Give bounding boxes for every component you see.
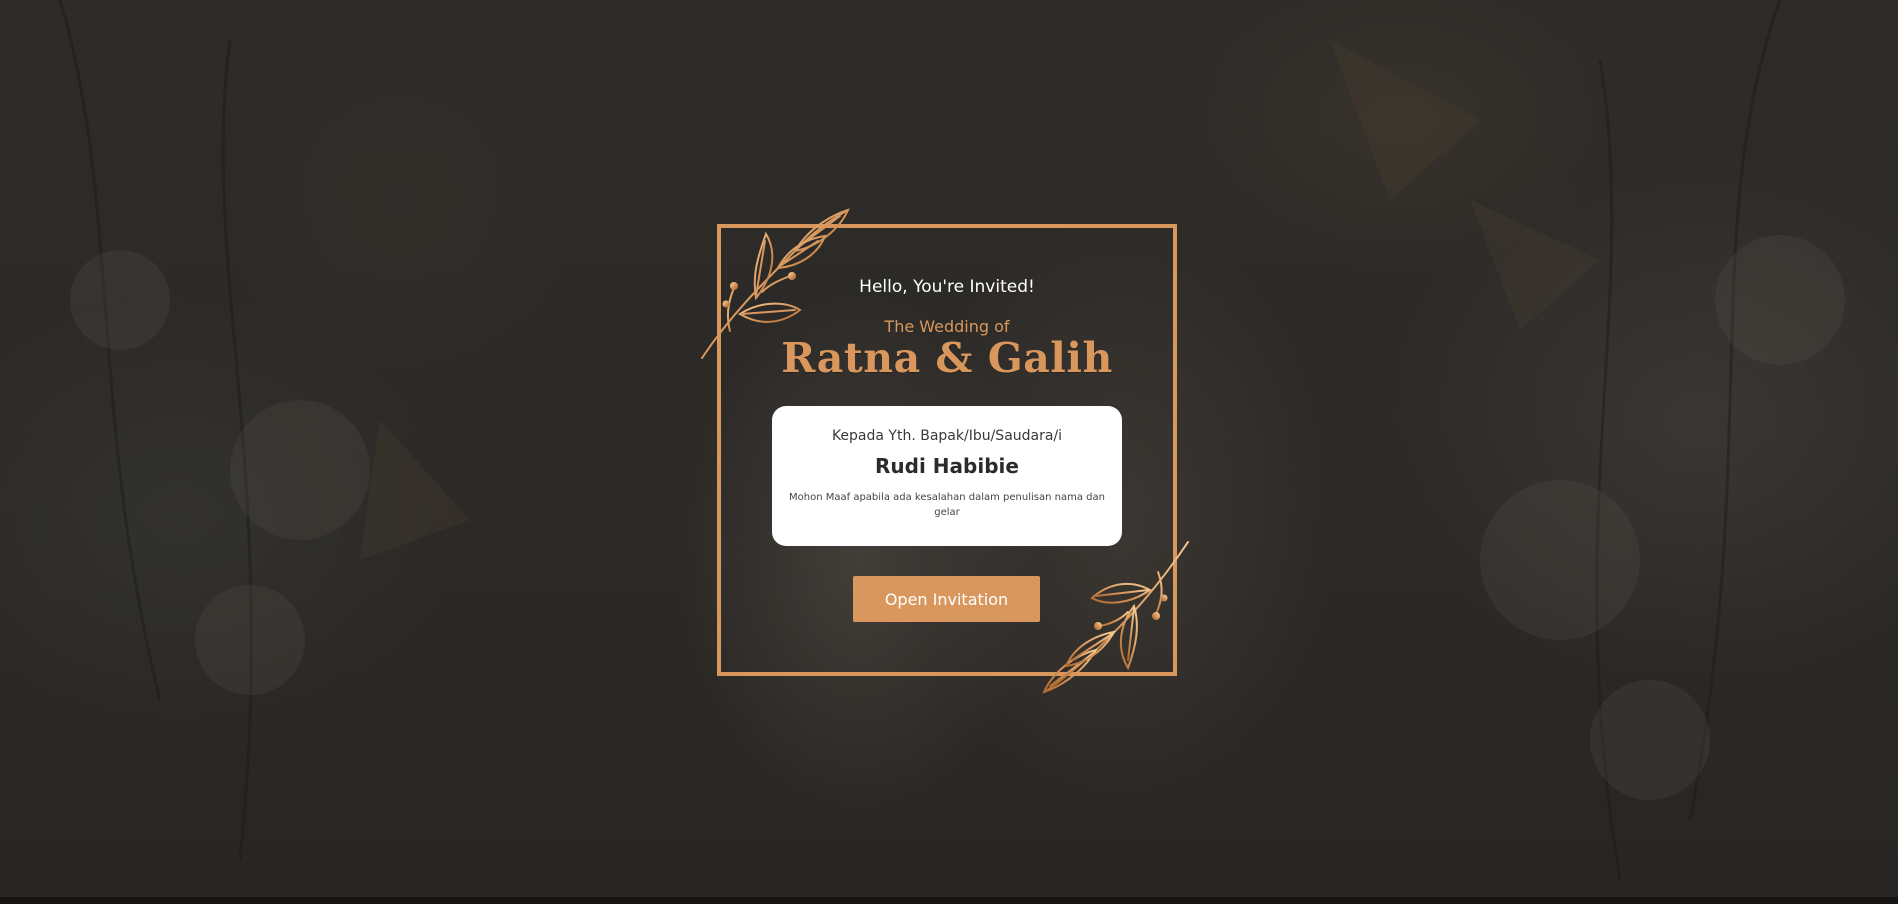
greeting-text: Hello, You're Invited! <box>859 277 1035 297</box>
guest-name: Rudi Habibie <box>875 454 1019 478</box>
guest-card: Kepada Yth. Bapak/Ibu/Saudara/i Rudi Hab… <box>772 406 1122 546</box>
guest-name-note: Mohon Maaf apabila ada kesalahan dalam p… <box>789 492 1105 518</box>
page-bottom-edge <box>0 897 1898 904</box>
guest-salutation: Kepada Yth. Bapak/Ibu/Saudara/i <box>831 428 1063 444</box>
open-invitation-button[interactable]: Open Invitation <box>853 576 1040 622</box>
couple-names-title: Ratna & Galih <box>781 334 1113 382</box>
